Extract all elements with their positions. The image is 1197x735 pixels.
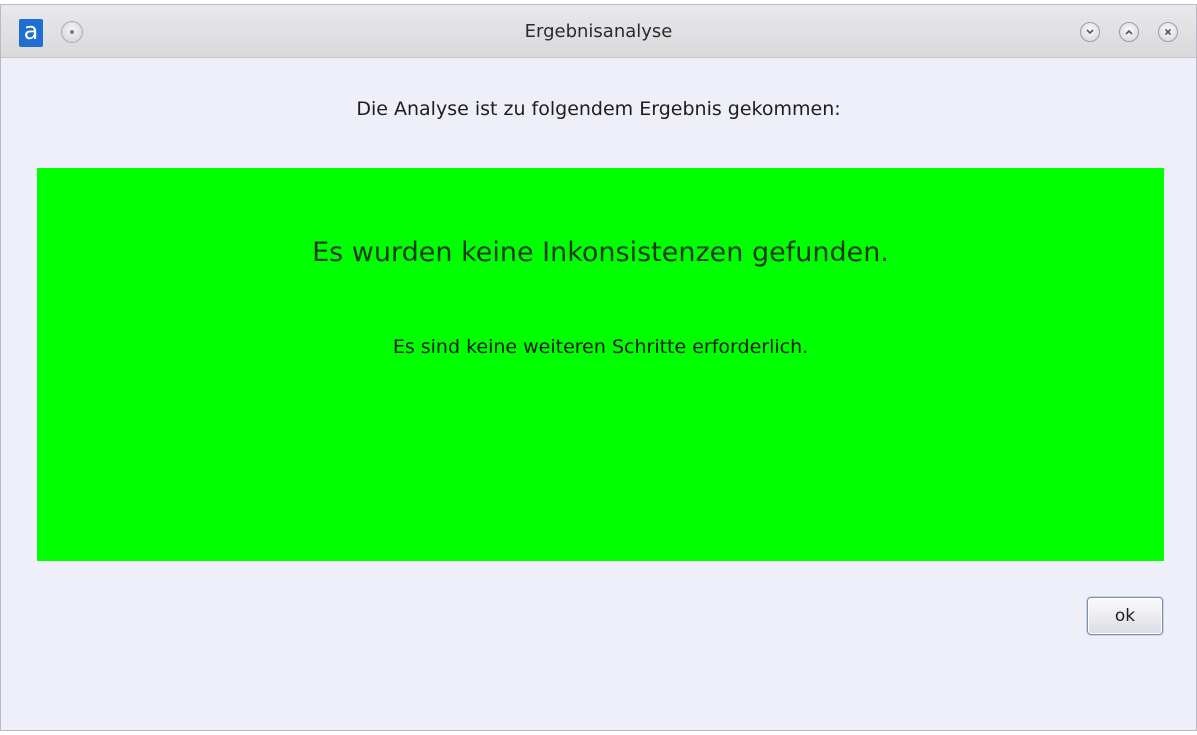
result-detail: Es sind keine weiteren Schritte erforder… — [392, 336, 809, 358]
maximize-icon[interactable] — [1119, 22, 1139, 42]
close-icon[interactable] — [1158, 22, 1178, 42]
intro-text: Die Analyse ist zu folgendem Ergebnis ge… — [356, 98, 841, 120]
result-status-panel: Es wurden keine Inkonsistenzen gefunden.… — [37, 168, 1164, 561]
title-bar[interactable]: a Ergebnisanalyse — [1, 5, 1196, 58]
window-title: Ergebnisanalyse — [524, 21, 673, 42]
dialog-window: a Ergebnisanalyse Die Analyse ist zu fol… — [0, 4, 1197, 731]
result-message: Es wurden keine Inkonsistenzen gefunden. — [312, 237, 889, 268]
ok-button[interactable]: ok — [1087, 597, 1163, 635]
minimize-icon[interactable] — [1080, 22, 1100, 42]
